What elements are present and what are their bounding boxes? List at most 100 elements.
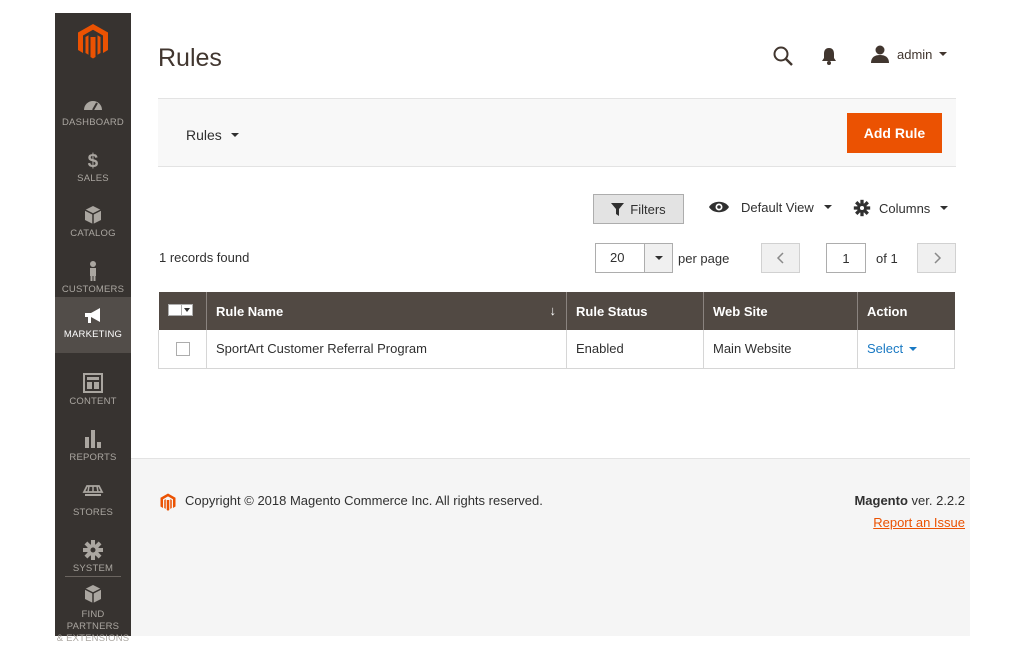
grid-header-row: Rule Name ↓ Rule Status Web Site Action — [158, 292, 955, 330]
search-icon[interactable] — [772, 45, 794, 67]
column-header-label: Rule Name — [216, 303, 284, 319]
sidebar-item-label: MARKETING — [63, 329, 123, 340]
sidebar-item-dashboard[interactable]: DASHBOARD — [55, 85, 131, 141]
page-title: Rules — [158, 44, 222, 72]
chevron-down-icon — [230, 133, 239, 137]
report-issue-link[interactable]: Report an Issue — [873, 515, 965, 530]
bar-chart-icon — [85, 430, 101, 448]
chevron-down-icon — [940, 206, 949, 210]
gear-icon — [853, 199, 871, 217]
mass-select-toggle[interactable] — [181, 303, 193, 316]
action-cell: Select — [857, 330, 955, 369]
rules-switcher[interactable]: Rules — [186, 127, 239, 143]
mass-select-control[interactable] — [167, 303, 193, 316]
rules-switcher-label: Rules — [186, 127, 222, 143]
column-header-action: Action — [857, 292, 955, 330]
sidebar-item-label: SYSTEM — [72, 563, 114, 574]
copyright-text: Copyright © 2018 Magento Commerce Inc. A… — [185, 493, 543, 508]
page-footer: Copyright © 2018 Magento Commerce Inc. A… — [131, 458, 970, 636]
sidebar-item-catalog[interactable]: CATALOG — [55, 196, 131, 252]
sidebar-item-find-partners[interactable]: FIND PARTNERS & EXTENSIONS — [55, 581, 131, 644]
bell-icon[interactable] — [820, 46, 838, 66]
magento-logo-icon — [160, 493, 176, 511]
chevron-down-icon — [939, 52, 948, 56]
magento-version: Magento ver. 2.2.2 — [854, 493, 965, 508]
default-view-dropdown[interactable]: Default View — [708, 199, 832, 215]
sidebar-divider — [65, 576, 121, 577]
sidebar-item-label: & EXTENSIONS — [56, 633, 130, 644]
sidebar-item-label: CUSTOMERS — [61, 284, 125, 295]
version-number: ver. 2.2.2 — [907, 493, 965, 508]
filter-icon — [611, 202, 625, 216]
add-rule-button[interactable]: Add Rule — [847, 113, 942, 153]
column-header-label: Web Site — [713, 303, 768, 319]
filters-label: Filters — [630, 201, 666, 217]
sidebar-item-label: STORES — [72, 507, 114, 518]
mass-select-checkbox[interactable] — [167, 303, 182, 316]
layout-icon — [83, 373, 103, 393]
sidebar-item-content[interactable]: CONTENT — [55, 364, 131, 420]
sidebar-item-label: REPORTS — [69, 452, 117, 463]
column-header-label: Rule Status — [576, 303, 648, 319]
sidebar-item-label: CONTENT — [69, 396, 117, 407]
page-number-input[interactable] — [826, 243, 866, 273]
admin-user-menu[interactable]: admin — [870, 44, 948, 64]
mass-select-header[interactable] — [158, 292, 207, 330]
columns-dropdown[interactable]: Columns — [853, 199, 949, 217]
previous-page-button[interactable] — [761, 243, 800, 273]
sort-arrow-icon: ↓ — [549, 303, 557, 318]
table-row[interactable]: SportArt Customer Referral Program Enabl… — [158, 330, 955, 369]
eye-icon — [709, 201, 729, 213]
rule-name-cell: SportArt Customer Referral Program — [206, 330, 567, 369]
per-page-label: per page — [678, 251, 730, 266]
dollar-icon: $ — [88, 151, 99, 171]
user-icon — [871, 45, 889, 63]
chevron-down-icon — [909, 346, 918, 351]
sidebar-item-label: SALES — [77, 173, 109, 184]
column-header-label: Action — [867, 303, 908, 319]
row-checkbox[interactable] — [175, 341, 190, 356]
page-actions-bar: Rules Add Rule — [158, 98, 956, 167]
admin-username: admin — [897, 46, 933, 62]
magento-logo-icon[interactable] — [73, 21, 113, 61]
column-header-rule-status[interactable]: Rule Status — [566, 292, 704, 330]
magento-brand: Magento — [854, 493, 908, 508]
column-header-web-site[interactable]: Web Site — [703, 292, 858, 330]
sidebar-item-reports[interactable]: REPORTS — [55, 420, 131, 476]
select-action-label: Select — [867, 341, 904, 357]
admin-sidebar: DASHBOARD $ SALES CATALOG CUSTOMERS MARK… — [55, 13, 131, 644]
rule-status-cell: Enabled — [566, 330, 704, 369]
sidebar-item-system[interactable]: SYSTEM — [55, 531, 131, 587]
next-page-button[interactable] — [917, 243, 956, 273]
page-total: of 1 — [876, 251, 898, 266]
megaphone-icon — [85, 308, 100, 323]
chevron-left-icon — [776, 252, 784, 264]
chevron-down-icon — [183, 307, 190, 312]
select-action-link[interactable]: Select — [867, 341, 918, 357]
per-page-toggle[interactable] — [644, 244, 672, 272]
gear-icon — [83, 540, 103, 560]
row-select-cell[interactable] — [158, 330, 207, 369]
records-found: 1 records found — [159, 250, 250, 265]
person-icon — [90, 261, 96, 281]
columns-label: Columns — [879, 200, 931, 216]
cube-icon — [84, 206, 102, 224]
filters-button[interactable]: Filters — [593, 194, 684, 224]
sidebar-item-stores[interactable]: STORES — [55, 475, 131, 531]
sidebar-item-label: CATALOG — [70, 228, 116, 239]
column-header-rule-name[interactable]: Rule Name ↓ — [206, 292, 567, 330]
chevron-down-icon — [823, 205, 832, 209]
per-page-select[interactable]: 20 — [595, 243, 673, 273]
sidebar-item-marketing[interactable]: MARKETING — [55, 297, 131, 353]
partners-cube-icon — [84, 585, 102, 603]
dashboard-icon — [84, 101, 102, 111]
sidebar-item-sales[interactable]: $ SALES — [55, 141, 131, 197]
svg-text:$: $ — [88, 151, 99, 171]
rules-grid: Rule Name ↓ Rule Status Web Site Action … — [158, 292, 955, 369]
sidebar-item-label: DASHBOARD — [62, 117, 124, 128]
default-view-label: Default View — [741, 199, 814, 215]
website-cell: Main Website — [703, 330, 858, 369]
store-icon — [82, 485, 104, 496]
per-page-value: 20 — [610, 250, 625, 265]
sidebar-item-label: FIND PARTNERS — [66, 609, 120, 632]
